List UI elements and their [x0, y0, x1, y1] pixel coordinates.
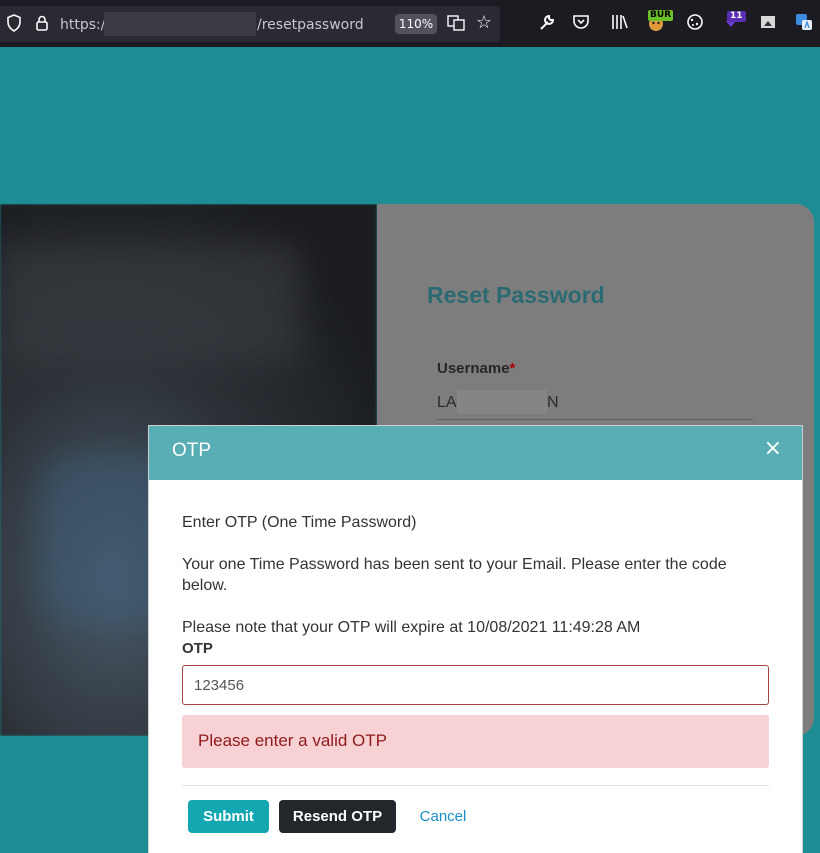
url-path: /resetpassword [257, 17, 364, 33]
username-label: Username* [437, 360, 515, 377]
screenshot-extension-icon[interactable] [757, 13, 779, 35]
otp-error-alert: Please enter a valid OTP [182, 715, 769, 768]
shield-icon[interactable] [3, 14, 25, 36]
zoom-level[interactable]: 110% [395, 14, 437, 34]
browser-toolbar: https:// /resetpassword 110% ☆ BUR 11 [0, 0, 820, 47]
url-redacted [104, 12, 256, 36]
otp-instruction: Enter OTP (One Time Password) [182, 514, 417, 531]
otp-input[interactable] [182, 665, 769, 705]
blurred-hero-detail [0, 244, 300, 364]
translate-icon[interactable] [445, 14, 467, 36]
extension-bur-badge: BUR [648, 10, 674, 21]
url-bar[interactable]: https:// /resetpassword 110% ☆ [0, 6, 500, 42]
wrench-icon[interactable] [536, 13, 558, 35]
translator-extension-icon[interactable] [793, 13, 815, 35]
lock-icon[interactable] [31, 14, 53, 36]
resend-otp-button[interactable]: Resend OTP [279, 800, 396, 833]
username-label-text: Username [437, 360, 510, 377]
submit-button[interactable]: Submit [188, 800, 269, 833]
page-title: Reset Password [427, 282, 605, 308]
modal-header: OTP × [149, 426, 802, 480]
url-prefix: https:// [60, 17, 111, 33]
extension-count-badge: 11 [727, 11, 746, 22]
username-value-start: LA [437, 394, 457, 411]
bookmark-star-icon[interactable]: ☆ [473, 13, 495, 35]
otp-modal: OTP × Enter OTP (One Time Password) Your… [148, 425, 803, 853]
pocket-icon[interactable] [570, 13, 592, 35]
close-icon[interactable]: × [764, 436, 782, 461]
modal-title: OTP [172, 440, 212, 461]
modal-footer-divider [182, 785, 769, 786]
library-icon[interactable] [608, 13, 630, 35]
cookie-icon[interactable] [684, 13, 706, 35]
username-redacted [457, 390, 547, 414]
username-value-end: N [547, 394, 559, 411]
otp-expiry-message: Please note that your OTP will expire at… [182, 619, 641, 636]
otp-label: OTP [182, 640, 213, 657]
cancel-button[interactable]: Cancel [406, 800, 480, 833]
required-marker: * [509, 360, 516, 377]
username-underline [437, 419, 753, 420]
otp-sent-message: Your one Time Password has been sent to … [182, 556, 727, 594]
